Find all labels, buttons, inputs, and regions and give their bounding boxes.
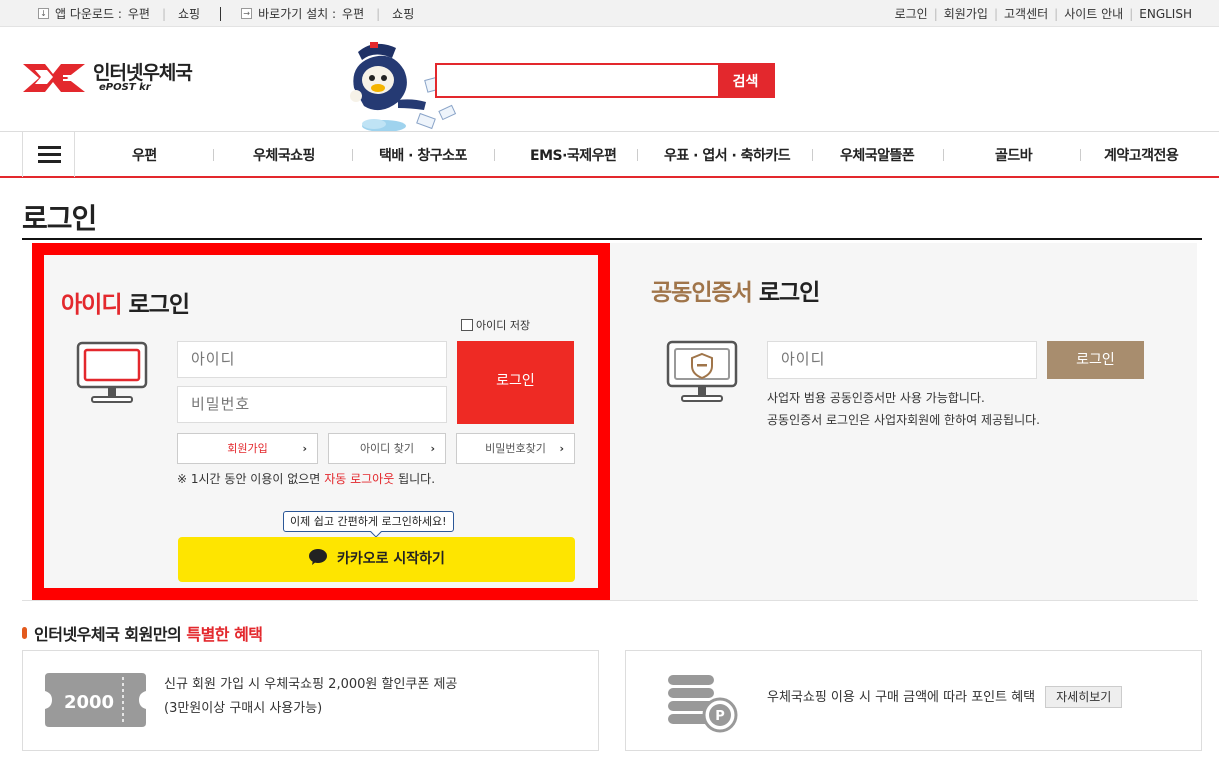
save-id-label: 아이디 저장	[476, 319, 531, 332]
id-login-title: 아이디 로그인	[61, 292, 190, 318]
top-site-guide-link[interactable]: 사이트 안내	[1064, 5, 1123, 22]
details-button[interactable]: 자세히보기	[1045, 686, 1123, 708]
menu-icon[interactable]	[22, 132, 75, 177]
password-input[interactable]: 비밀번호	[177, 386, 447, 423]
id-input[interactable]: 아이디	[177, 341, 447, 378]
search-bar: 검색	[435, 63, 775, 98]
coupon-icon: 2000	[45, 673, 146, 727]
id-login-button[interactable]: 로그인	[457, 341, 574, 424]
nav-item-post[interactable]: 우편	[132, 145, 157, 165]
monitor-icon	[76, 341, 148, 403]
benefits-title: 인터넷우체국 회원만의 특별한 혜택	[22, 621, 263, 645]
points-text: 우체국쇼핑 이용 시 구매 금액에 따라 포인트 혜택 자세히보기	[767, 686, 1123, 710]
nav-item-ems[interactable]: EMS·국제우편	[530, 145, 617, 165]
nav-item-contract[interactable]: 계약고객전용	[1104, 145, 1179, 165]
cert-desc-1: 사업자 범용 공동인증서만 사용 가능합니다.	[767, 391, 985, 405]
find-id-button[interactable]: 아이디 찾기 ›	[328, 433, 446, 464]
coupon-value: 2000	[64, 692, 114, 713]
cert-login-button[interactable]: 로그인	[1047, 341, 1144, 379]
nav-item-goldbar[interactable]: 골드바	[995, 145, 1033, 165]
shortcut-shop-link[interactable]: 쇼핑	[392, 5, 414, 22]
cert-id-input[interactable]: 아이디	[767, 341, 1037, 379]
coupon-line-1: 신규 회원 가입 시 우체국쇼핑 2,000원 할인쿠폰 제공	[164, 677, 458, 692]
nav-item-mobile[interactable]: 우체국알뜰폰	[840, 145, 915, 165]
certificate-monitor-icon	[666, 340, 738, 402]
epost-logo[interactable]: 인터넷우체국 ePOST kr	[23, 60, 193, 96]
svg-text:P: P	[715, 709, 725, 724]
kakao-chat-icon	[309, 549, 328, 565]
nav-item-shopping[interactable]: 우체국쇼핑	[253, 145, 315, 165]
top-utility-bar: ↓ 앱 다운로드 : 우편 | 쇼핑 → 바로가기 설치 : 우편 | 쇼핑 로…	[0, 0, 1219, 27]
top-login-link[interactable]: 로그인	[895, 5, 928, 22]
auto-logout-notice: ※ 1시간 동안 이용이 없으면 자동 로그아웃 됩니다.	[177, 472, 436, 486]
certificate-login-panel: 공동인증서 로그인 아이디 로그인 사업자 범용 공동인증서만 사용 가능합니다…	[610, 243, 1197, 600]
logo-english-text: ePOST kr	[99, 81, 151, 93]
cert-login-title: 공동인증서 로그인	[651, 280, 820, 306]
search-button[interactable]: 검색	[718, 65, 773, 96]
app-download-shop-link[interactable]: 쇼핑	[178, 5, 200, 22]
kakao-login-button[interactable]: 카카오로 시작하기	[178, 537, 575, 582]
shortcut-post-link[interactable]: 우편	[342, 5, 364, 22]
shortcut-label: 바로가기 설치 :	[258, 7, 337, 21]
benefit-card-coupon: 2000 신규 회원 가입 시 우체국쇼핑 2,000원 할인쿠폰 제공 (3만…	[22, 650, 599, 751]
save-id-checkbox[interactable]	[461, 319, 473, 331]
shortcut-icon: →	[241, 8, 253, 19]
epost-logo-mark-icon	[23, 64, 85, 92]
bullet-icon	[22, 627, 27, 639]
nav-item-parcel[interactable]: 택배 · 창구소포	[379, 145, 467, 165]
benefit-card-points: P 우체국쇼핑 이용 시 구매 금액에 따라 포인트 혜택 자세히보기	[625, 650, 1202, 751]
find-password-button[interactable]: 비밀번호찾기 ›	[456, 433, 575, 464]
section-divider	[22, 600, 1198, 601]
top-customer-center-link[interactable]: 고객센터	[1004, 5, 1048, 22]
signup-button[interactable]: 회원가입 ›	[177, 433, 318, 464]
cert-desc-2: 공동인증서 로그인은 사업자회원에 한하여 제공됩니다.	[767, 413, 1040, 427]
app-download-label: 앱 다운로드 :	[55, 7, 122, 21]
top-english-link[interactable]: ENGLISH	[1139, 7, 1192, 21]
search-input[interactable]	[437, 65, 718, 96]
top-signup-link[interactable]: 회원가입	[944, 5, 988, 22]
app-download-post-link[interactable]: 우편	[128, 5, 150, 22]
save-id-option[interactable]: 아이디 저장	[461, 317, 530, 333]
title-divider	[22, 238, 1202, 240]
main-navigation: 우편 우체국쇼핑 택배 · 창구소포 EMS·국제우편 우표 · 엽서 · 축하…	[0, 131, 1219, 178]
kakao-tooltip: 이제 쉽고 간편하게 로그인하세요!	[283, 511, 454, 532]
id-login-panel: 아이디 로그인 아이디 저장 아이디 비밀번호 로그인 회원가입 › 아이디 찾기…	[32, 243, 610, 600]
coupon-line-2: (3만원이상 구매시 사용가능)	[164, 701, 323, 716]
page-title: 로그인	[22, 202, 97, 235]
download-icon: ↓	[38, 8, 49, 19]
logo-korean-text: 인터넷우체국	[93, 61, 193, 84]
nav-item-stamps[interactable]: 우표 · 엽서 · 축하카드	[664, 145, 791, 165]
points-coin-icon: P	[668, 675, 738, 733]
